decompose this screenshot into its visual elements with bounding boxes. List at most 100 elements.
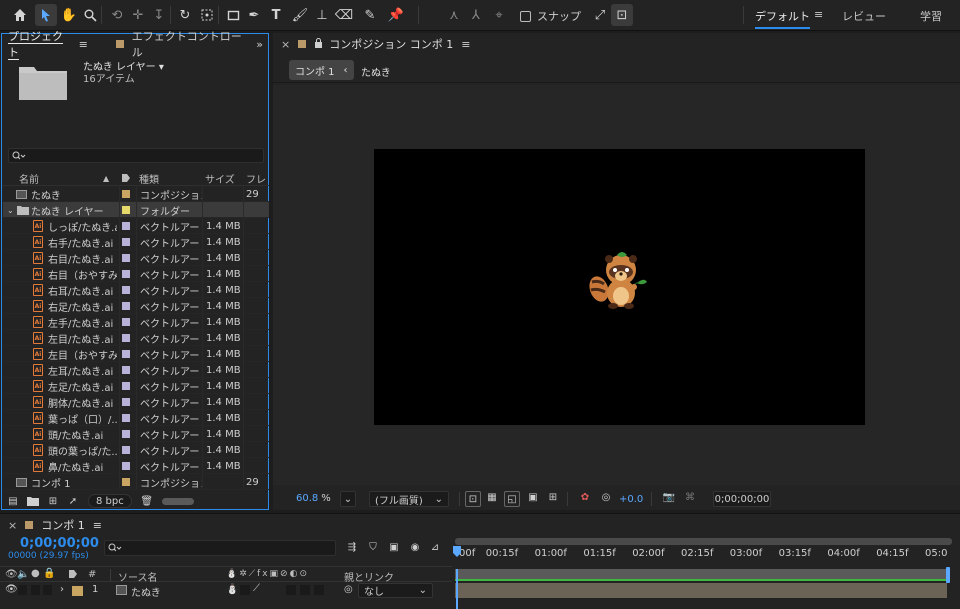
snap-checkbox[interactable] — [520, 10, 531, 22]
sort-up-icon[interactable]: ▲ — [103, 171, 109, 185]
mask-visibility-icon[interactable]: ◱ — [504, 491, 520, 507]
project-item-row[interactable]: Ai左目（おやすみ... ベクトルアート 1.4 MB — [3, 346, 269, 362]
layer-row[interactable]: 👁 › 1 たぬき ⛄ ⟋ ◎ なし ⌄ — [0, 582, 452, 599]
tab-effect-controls[interactable]: エフェクトコントロール — [128, 30, 257, 59]
rectangle-tool-icon[interactable] — [222, 4, 244, 26]
adjustment-switch[interactable] — [300, 585, 310, 595]
home-icon[interactable] — [9, 4, 31, 26]
item-label-color[interactable] — [122, 266, 132, 282]
project-item-row[interactable]: ⌄ たぬき レイヤー フォルダー — [3, 202, 269, 218]
region-of-interest-icon[interactable]: ▣ — [526, 492, 540, 503]
timeline-search-input[interactable] — [104, 540, 336, 556]
audio-icon[interactable]: 🔈 — [17, 569, 29, 580]
collapse-switch-icon[interactable]: ⛄ — [226, 584, 238, 595]
item-label-color[interactable] — [122, 234, 132, 250]
timeline-menu-icon[interactable]: ≡ — [93, 519, 102, 532]
item-label-color[interactable] — [122, 458, 132, 474]
resolution-dropdown[interactable]: (フル画質) ⌄ — [369, 491, 449, 507]
project-item-row[interactable]: Ai葉っぱ（口）/...ai ベクトルアート 1.4 MB — [3, 410, 269, 426]
current-time-field[interactable]: 0;00;00;00 — [713, 491, 771, 507]
zoom-readout[interactable]: 60.8 % — [296, 493, 331, 504]
column-type[interactable]: 種類 — [139, 171, 159, 186]
item-label-color[interactable] — [122, 330, 132, 346]
exposure-reset-icon[interactable]: ◎ — [599, 492, 613, 503]
composition-viewer[interactable] — [273, 85, 960, 485]
item-label-color[interactable] — [122, 282, 132, 298]
bit-depth-button[interactable]: 8 bpc — [88, 494, 132, 508]
close-icon[interactable]: × — [8, 519, 17, 532]
workspace-menu-icon[interactable]: ≡ — [814, 8, 823, 21]
column-name[interactable]: 名前 — [19, 171, 39, 186]
project-item-row[interactable]: Ai左足/たぬき.ai ベクトルアート 1.4 MB — [3, 378, 269, 394]
quality-switch[interactable] — [240, 585, 250, 595]
zoom-tool-icon[interactable] — [79, 4, 101, 26]
pen-tool-icon[interactable]: ✒ — [243, 4, 265, 26]
layer-name[interactable]: たぬき — [131, 584, 161, 599]
render-queue-icon[interactable]: ➚ — [66, 496, 80, 507]
clone-stamp-icon[interactable]: ⊥ — [311, 4, 333, 26]
shy-layers-icon[interactable]: ▣ — [387, 542, 401, 553]
timeline-current-time[interactable]: 0;00;00;00 — [20, 536, 99, 551]
item-label-color[interactable] — [122, 314, 132, 330]
panel-overflow-icon[interactable]: » — [256, 38, 263, 51]
item-label-color[interactable] — [122, 378, 132, 394]
3d-axis-view-icon[interactable]: ⌖ — [488, 4, 510, 26]
column-frame[interactable]: フレ — [246, 171, 266, 186]
anchor-tool-icon[interactable] — [196, 4, 218, 26]
graph-editor-icon[interactable]: ⊿ — [428, 542, 442, 553]
playhead-icon[interactable] — [452, 546, 462, 560]
project-item-row[interactable]: Ai右目（おやすみ... ベクトルアート 1.4 MB — [3, 266, 269, 282]
snap-options-icon[interactable]: ⤢ — [589, 4, 611, 26]
close-icon[interactable]: × — [281, 38, 290, 51]
orbit-camera-icon[interactable]: ⟲ — [106, 4, 128, 26]
project-item-row[interactable]: Aiしっぽ/たぬき.ai ベクトルアート 1.4 MB — [3, 218, 269, 234]
project-item-row[interactable]: Ai鼻/たぬき.ai ベクトルアート 1.4 MB — [3, 458, 269, 474]
exposure-value[interactable]: +0.0 — [619, 494, 643, 505]
breadcrumb-tanuki[interactable]: たぬき — [361, 64, 391, 79]
snap-toggle[interactable]: スナップ — [520, 8, 581, 24]
hand-tool-icon[interactable]: ✋ — [58, 4, 80, 26]
label-column-icon[interactable] — [121, 171, 133, 185]
rotate-tool-icon[interactable]: ↻ — [174, 4, 196, 26]
timeline-tracks[interactable] — [455, 567, 960, 609]
3d-axis-world-icon[interactable]: ⅄ — [465, 4, 487, 26]
fast-previews-icon[interactable]: ⊡ — [465, 491, 481, 507]
3d-switch[interactable] — [314, 585, 324, 595]
composition-tab-title[interactable]: コンポジション コンポ 1 — [329, 36, 453, 52]
item-label-color[interactable] — [122, 346, 132, 362]
draft-3d-icon[interactable]: ⛉ — [366, 542, 380, 553]
project-item-row[interactable]: Ai右耳/たぬき.ai ベクトルアート 1.4 MB — [3, 282, 269, 298]
workspace-learn[interactable]: 学習 — [920, 8, 942, 24]
type-tool-icon[interactable]: T — [265, 4, 287, 26]
work-area-bar[interactable] — [455, 538, 952, 545]
video-visibility-icon[interactable]: 👁 — [5, 569, 18, 580]
item-label-color[interactable] — [122, 186, 132, 202]
project-menu-icon[interactable]: ≡ — [79, 38, 88, 51]
project-item-row[interactable]: Ai頭/たぬき.ai ベクトルアート 1.4 MB — [3, 426, 269, 442]
pan-camera-icon[interactable]: ✛ — [127, 4, 149, 26]
composition-menu-icon[interactable]: ≡ — [461, 38, 470, 51]
workspace-review[interactable]: レビュー — [842, 8, 886, 24]
project-item-row[interactable]: Ai右目/たぬき.ai ベクトルアート 1.4 MB — [3, 250, 269, 266]
project-item-row[interactable]: コンポ 1 コンポジション 29 — [3, 474, 269, 490]
tab-project[interactable]: プロジェクト — [2, 30, 79, 59]
project-search-input[interactable] — [8, 148, 264, 163]
layer-switches-header[interactable]: ⛄✲⟋fx▣⊘◐⊙ — [226, 569, 309, 579]
item-label-color[interactable] — [122, 250, 132, 266]
transparency-grid-icon[interactable]: ▦ — [485, 492, 499, 503]
composition-canvas[interactable] — [374, 149, 865, 425]
zoom-dropdown-icon[interactable]: ⌄ — [340, 491, 356, 507]
layer-label-color[interactable] — [72, 586, 83, 596]
project-item-row[interactable]: Ai胴体/たぬき.ai ベクトルアート 1.4 MB — [3, 394, 269, 410]
lock-icon[interactable] — [314, 37, 323, 51]
item-label-color[interactable] — [122, 362, 132, 378]
layer-visibility-icon[interactable]: 👁 — [5, 584, 18, 595]
project-item-row[interactable]: Ai左手/たぬき.ai ベクトルアート 1.4 MB — [3, 314, 269, 330]
composition-flowchart-icon[interactable]: ⇶ — [345, 542, 359, 553]
item-label-color[interactable] — [122, 202, 132, 218]
workspace-default[interactable]: デフォルト — [755, 8, 810, 29]
time-ruler[interactable]: 00f 00:15f 01:00f 01:15f 02:00f 02:15f 03:00f 0… — [452, 536, 960, 568]
expand-chevron-icon[interactable]: ⌄ — [7, 202, 15, 218]
puppet-pin-icon[interactable]: 📌 — [385, 4, 407, 26]
dolly-camera-icon[interactable]: ↧ — [148, 4, 170, 26]
